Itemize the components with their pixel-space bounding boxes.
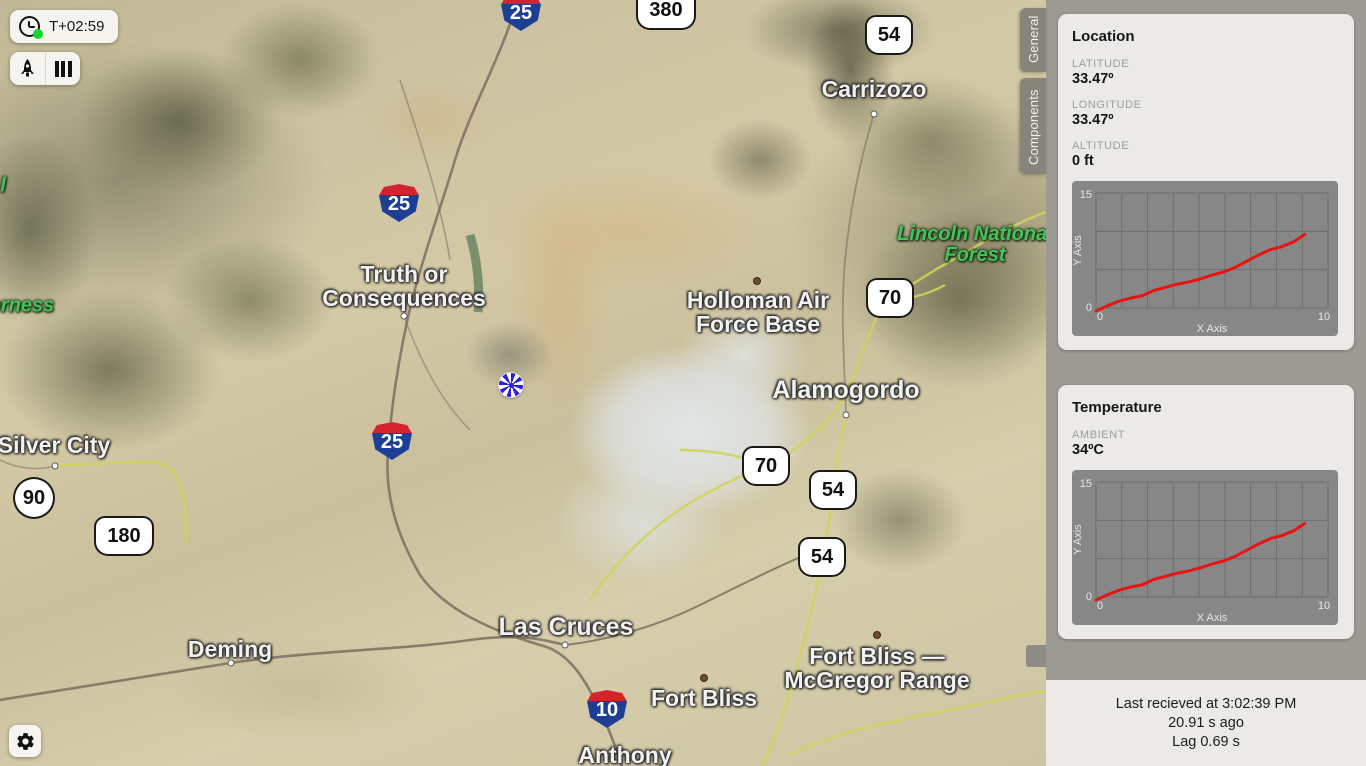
map-label-city: Fort Bliss	[650, 684, 758, 711]
svg-text:0: 0	[1086, 591, 1092, 603]
highway-shield-us70: 70	[868, 280, 912, 316]
map-city-dot	[227, 659, 235, 667]
svg-text:Y Axis: Y Axis	[1072, 524, 1084, 555]
status-last-received: Last recieved at 3:02:39 PM	[1115, 696, 1297, 712]
gear-icon	[16, 732, 34, 750]
svg-text:0: 0	[1097, 311, 1103, 323]
svg-text:Y Axis: Y Axis	[1072, 235, 1084, 266]
map-label-city: Anthony	[578, 741, 672, 766]
telemetry-panel: General Components Location LATITUDE 33.…	[1020, 0, 1366, 766]
rocket-icon[interactable]	[10, 52, 45, 85]
green-status-dot	[33, 29, 43, 39]
field-altitude-value: 0 ft	[1072, 153, 1094, 169]
highway-shield-us380: 380	[638, 0, 694, 28]
field-ambient-value: 34ºC	[1072, 442, 1104, 458]
highway-shield-i10: 10	[587, 690, 627, 728]
map-city-dot	[870, 110, 878, 118]
field-latitude-label: LATITUDE	[1072, 58, 1130, 70]
clock-icon	[19, 16, 43, 39]
telemetry-status: Last recieved at 3:02:39 PM 20.91 s ago …	[1046, 680, 1366, 766]
svg-text:10: 10	[1318, 600, 1330, 612]
tab-components[interactable]: Components	[1020, 78, 1046, 174]
map-label-city: Truth or Consequences	[322, 260, 486, 311]
svg-text:10: 10	[1318, 311, 1330, 323]
map-city-dot	[700, 674, 708, 682]
highway-shield-us54: 54	[811, 472, 855, 508]
svg-text:X Axis: X Axis	[1197, 612, 1228, 624]
map-city-dot	[561, 641, 569, 649]
telemetry-dashboard: Carrizozo Truth or Consequences Holloman …	[0, 0, 1366, 766]
field-longitude: LONGITUDE 33.47º	[1072, 99, 1340, 128]
tab-general[interactable]: General	[1020, 8, 1046, 72]
highway-shield-i25: 25	[372, 422, 412, 460]
status-age: 20.91 s ago	[1168, 715, 1244, 731]
svg-text:0: 0	[1097, 600, 1103, 612]
map-label-city: Carrizozo	[821, 75, 927, 102]
map-label-city: Deming	[187, 635, 273, 662]
card-temperature: Temperature AMBIENT 34ºC 15 0 0 10 X Axis Y A…	[1058, 385, 1354, 639]
tab-general-label: General	[1025, 15, 1041, 63]
card-location: Location LATITUDE 33.47º LONGITUDE 33.47…	[1058, 14, 1354, 350]
mission-clock: T+02:59	[10, 10, 119, 43]
map-label-city: Fort Bliss — McGregor Range	[784, 642, 970, 693]
map-city-dot	[842, 411, 850, 419]
map-city-dot	[753, 277, 761, 285]
map-city-dot	[51, 462, 59, 470]
svg-text:X Axis: X Axis	[1197, 323, 1228, 335]
location-chart[interactable]: 15 0 0 10 X Axis Y Axis	[1072, 181, 1338, 336]
map-label-wilderness: erness	[0, 294, 55, 317]
highway-shield-us54: 54	[800, 539, 844, 575]
field-ambient: AMBIENT 34ºC	[1072, 429, 1340, 458]
status-lag: Lag 0.69 s	[1172, 734, 1240, 750]
tab-components-label: Components	[1025, 89, 1041, 165]
map-mode-toggle-group[interactable]	[10, 52, 80, 85]
map-label-wilderness-partial: l	[0, 174, 6, 197]
satellite-map[interactable]: Carrizozo Truth or Consequences Holloman …	[0, 0, 1046, 766]
highway-shield-us54: 54	[867, 17, 911, 53]
map-label-forest: Lincoln National Forest	[897, 223, 1046, 266]
map-label-city: Las Cruces	[498, 612, 634, 641]
highway-shield-i25: 25	[379, 184, 419, 222]
rocket-glyph	[21, 59, 34, 77]
panel-collapse-handle[interactable]	[1026, 645, 1046, 667]
map-label-city: Silver City	[0, 431, 111, 458]
field-latitude: LATITUDE 33.47º	[1072, 58, 1340, 87]
map-city-dot	[873, 631, 881, 639]
svg-text:15: 15	[1080, 478, 1092, 490]
field-longitude-value: 33.47º	[1072, 112, 1114, 128]
field-latitude-value: 33.47º	[1072, 71, 1114, 87]
bars-glyph	[54, 60, 72, 77]
highway-shield-i25: 25	[501, 0, 541, 31]
highway-shield-us180: 180	[96, 518, 152, 554]
map-label-city: Alamogordo	[772, 375, 920, 404]
vehicle-position-marker[interactable]	[499, 373, 523, 397]
panel-tabs: General Components	[1020, 8, 1046, 180]
mission-clock-label: T+02:59	[49, 18, 105, 35]
highway-shield-nm90: 90	[15, 479, 53, 517]
card-location-title: Location	[1072, 28, 1135, 45]
map-city-dot	[400, 312, 408, 320]
map-label-city: Holloman Air Force Base	[686, 286, 830, 337]
location-chart-svg: 15 00 10 X Axis Y Axis	[1072, 189, 1330, 335]
svg-text:0: 0	[1086, 302, 1092, 314]
bars-icon[interactable]	[45, 52, 80, 85]
svg-text:15: 15	[1080, 189, 1092, 201]
highway-shield-us70: 70	[744, 448, 788, 484]
card-temperature-title: Temperature	[1072, 399, 1162, 416]
temperature-chart[interactable]: 15 0 0 10 X Axis Y Axis	[1072, 470, 1338, 625]
field-altitude-label: ALTITUDE	[1072, 140, 1130, 152]
field-ambient-label: AMBIENT	[1072, 429, 1126, 441]
field-altitude: ALTITUDE 0 ft	[1072, 140, 1340, 169]
field-longitude-label: LONGITUDE	[1072, 99, 1142, 111]
settings-button[interactable]	[9, 725, 41, 757]
temperature-chart-svg: 15 00 10 X Axis Y Axis	[1072, 478, 1330, 624]
